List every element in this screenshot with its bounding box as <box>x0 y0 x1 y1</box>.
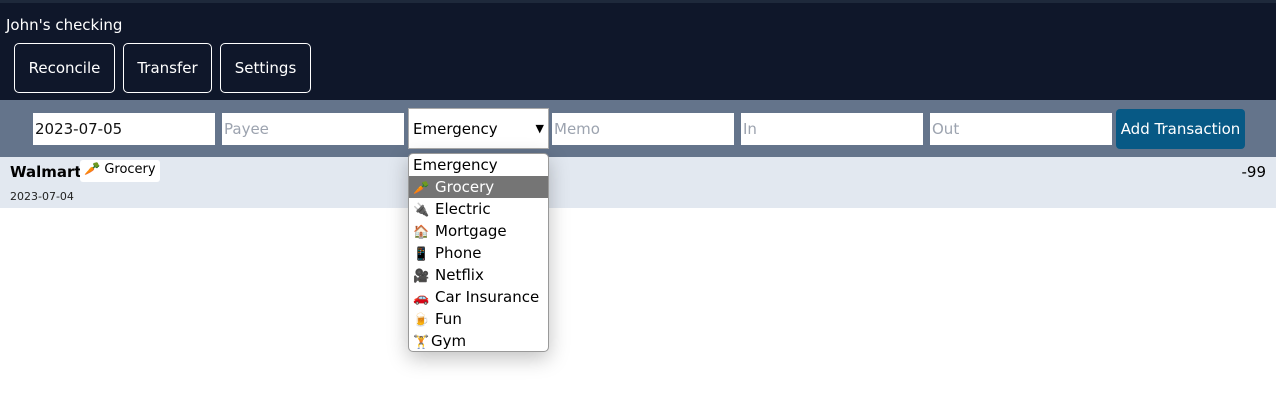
option-label: Electric <box>435 200 491 218</box>
option-label: Mortgage <box>435 222 507 240</box>
option-label: Gym <box>431 332 467 350</box>
transaction-amount: -99 <box>1241 163 1267 181</box>
transaction-form: Emergency ▼ Add Transaction <box>0 100 1276 157</box>
option-car-insurance[interactable]: 🚗 Car Insurance <box>409 286 548 308</box>
settings-button[interactable]: Settings <box>220 43 311 93</box>
option-netflix[interactable]: 🎥 Netflix <box>409 264 548 286</box>
option-phone[interactable]: 📱 Phone <box>409 242 548 264</box>
category-selected: Emergency <box>413 119 498 138</box>
transfer-button[interactable]: Transfer <box>123 43 212 93</box>
carrot-icon: 🥕 <box>84 162 101 177</box>
option-label: Fun <box>435 310 462 328</box>
option-label: Car Insurance <box>435 288 540 306</box>
car-icon: 🚗 <box>413 291 430 306</box>
option-label: Grocery <box>435 178 495 196</box>
category-badge: 🥕 Grocery <box>80 160 160 182</box>
option-grocery[interactable]: 🥕 Grocery <box>409 176 548 198</box>
category-select[interactable]: Emergency ▼ <box>408 108 549 149</box>
category-label: Grocery <box>104 162 156 177</box>
payee-input[interactable] <box>222 113 404 145</box>
house-icon: 🏠 <box>413 225 430 240</box>
option-label: Emergency <box>413 156 498 174</box>
option-emergency[interactable]: Emergency <box>409 154 548 176</box>
add-transaction-button[interactable]: Add Transaction <box>1116 109 1245 149</box>
option-label: Netflix <box>435 266 484 284</box>
transaction-payee: Walmart <box>10 163 82 181</box>
movie-camera-icon: 🎥 <box>413 269 430 284</box>
chevron-down-icon: ▼ <box>535 122 544 135</box>
category-dropdown: Emergency 🥕 Grocery 🔌 Electric 🏠 Mortgage 📱… <box>408 153 549 352</box>
account-header: John's checking Reconcile Transfer Setti… <box>0 0 1276 100</box>
in-input[interactable] <box>741 113 923 145</box>
out-input[interactable] <box>930 113 1112 145</box>
memo-input[interactable] <box>552 113 734 145</box>
plug-icon: 🔌 <box>413 203 430 218</box>
transaction-row[interactable]: Walmart 🥕 Grocery 2023-07-04 -99 <box>0 157 1276 208</box>
date-input[interactable] <box>33 113 215 145</box>
carrot-icon: 🥕 <box>413 181 430 196</box>
option-electric[interactable]: 🔌 Electric <box>409 198 548 220</box>
option-gym[interactable]: 🏋 Gym <box>409 330 548 351</box>
transaction-date: 2023-07-04 <box>10 190 74 203</box>
reconcile-button[interactable]: Reconcile <box>14 43 115 93</box>
beer-icon: 🍺 <box>413 313 430 328</box>
option-fun[interactable]: 🍺 Fun <box>409 308 548 330</box>
option-label: Phone <box>435 244 482 262</box>
account-title: John's checking <box>6 16 123 34</box>
weightlifter-icon: 🏋 <box>413 335 430 350</box>
option-mortgage[interactable]: 🏠 Mortgage <box>409 220 548 242</box>
phone-icon: 📱 <box>413 247 430 262</box>
